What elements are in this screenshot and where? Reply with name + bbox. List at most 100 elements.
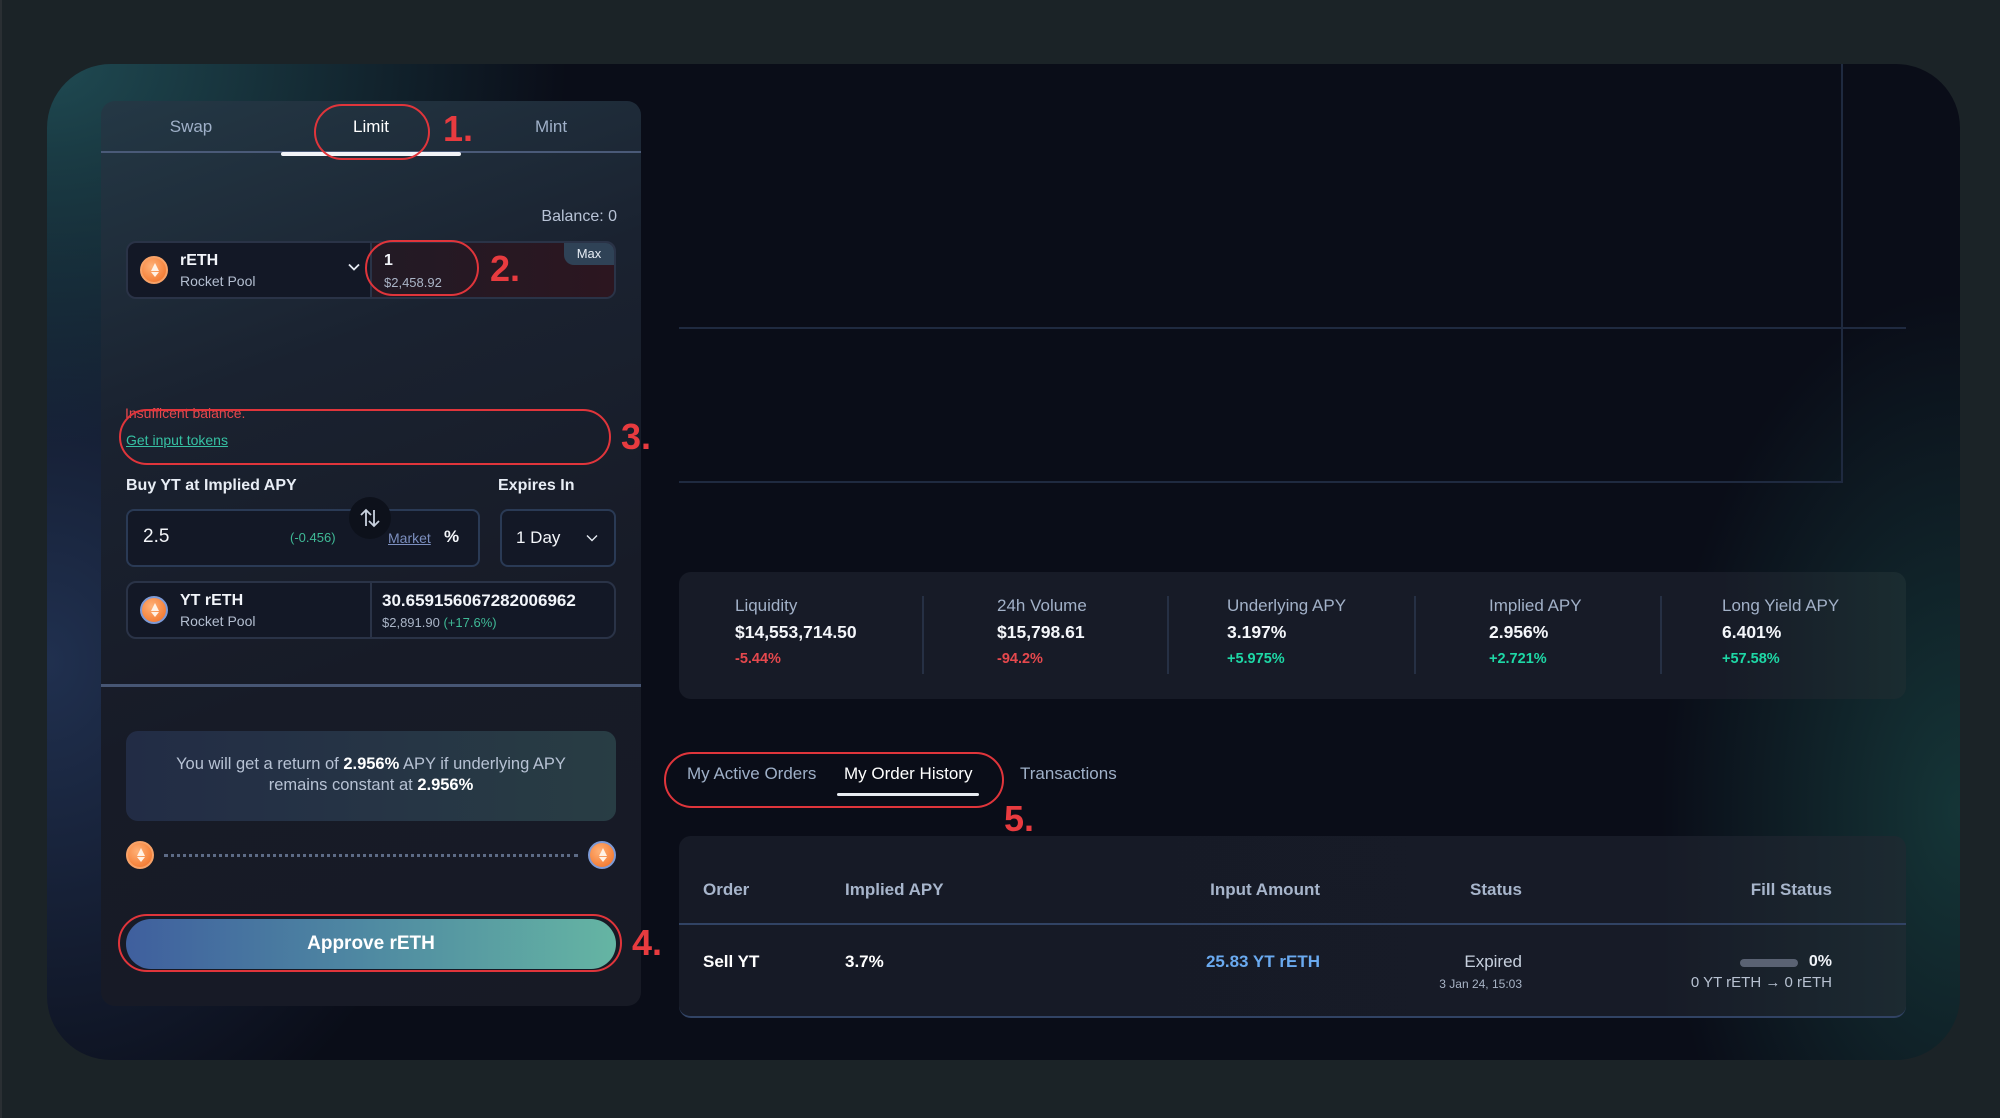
max-button[interactable]: Max: [564, 243, 614, 265]
price-chart-area: [679, 64, 1906, 484]
tab-swap[interactable]: Swap: [101, 101, 281, 153]
annotation-5: 5.: [1004, 798, 1035, 839]
column-header-fill-status: Fill Status: [1750, 880, 1832, 899]
page-edge: [0, 0, 2, 1118]
output-token-box: YT rETH Rocket Pool 30.65915606728200696…: [126, 581, 616, 639]
expiry-value: 1 Day: [516, 528, 561, 547]
trade-panel: Swap Limit Mint Balance: 0 rETH Rocket P…: [101, 101, 641, 1006]
market-stats-card: Liquidity $14,553,714.50 -5.44% 24h Volu…: [679, 572, 1906, 699]
order-type: Sell YT: [703, 952, 760, 971]
insufficient-balance-error: Insufficent balance.: [125, 405, 246, 421]
approve-reth-button[interactable]: Approve rETH: [126, 919, 616, 969]
output-token-info: YT rETH Rocket Pool: [128, 583, 370, 637]
stat-change: +2.721%: [1489, 651, 1547, 667]
stat-separator: [1414, 596, 1416, 674]
tab-transactions[interactable]: Transactions: [1020, 764, 1117, 784]
stat-implied-apy: Implied APY 2.956% +2.721%: [1489, 596, 1582, 667]
fill-progress-bar: [1740, 959, 1798, 967]
stat-value: 6.401%: [1722, 622, 1782, 642]
stat-value: 3.197%: [1227, 622, 1287, 642]
yt-reth-coin-icon: [140, 596, 168, 624]
route-dotted-line: [164, 854, 578, 857]
order-implied-apy: 3.7%: [845, 952, 884, 971]
stat-label: Long Yield APY: [1722, 596, 1840, 615]
table-header: Order Implied APY Input Amount Status Fi…: [679, 836, 1906, 925]
stat-change: -94.2%: [997, 651, 1043, 667]
return-text-prefix: You will get a return of: [176, 755, 339, 773]
annotation-4: 4.: [632, 922, 663, 963]
route-end-coin-icon: [588, 841, 616, 869]
output-token-protocol: Rocket Pool: [180, 613, 256, 629]
annotation-3: 3.: [621, 416, 652, 457]
return-constant-apy: 2.956%: [417, 776, 474, 794]
stat-label: 24h Volume: [997, 596, 1087, 615]
trade-tabs: Swap Limit Mint: [101, 101, 641, 156]
tab-my-order-history[interactable]: My Order History: [836, 764, 980, 796]
stat-value: $15,798.61: [997, 622, 1085, 642]
annotation-2: 2.: [490, 248, 521, 289]
stat-liquidity: Liquidity $14,553,714.50 -5.44%: [735, 596, 857, 667]
annotation-1: 1.: [443, 108, 474, 149]
stat-change: +5.975%: [1227, 651, 1285, 667]
percent-unit: %: [444, 527, 460, 546]
expires-label: Expires In: [498, 477, 575, 494]
chart-y-axis-line: [1841, 64, 1843, 483]
tab-my-active-orders[interactable]: My Active Orders: [687, 764, 816, 784]
swap-direction-button[interactable]: [349, 497, 391, 539]
stat-change: -5.44%: [735, 651, 781, 667]
route-start-coin-icon: [126, 841, 154, 869]
stat-label: Liquidity: [735, 596, 798, 615]
stat-value: $14,553,714.50: [735, 622, 857, 642]
implied-apy-input[interactable]: 2.5 (-0.456) Market %: [126, 509, 480, 567]
stat-label: Implied APY: [1489, 596, 1582, 615]
tab-limit[interactable]: Limit: [281, 101, 461, 156]
stat-change: +57.58%: [1722, 651, 1780, 667]
stat-24h-volume: 24h Volume $15,798.61 -94.2%: [997, 596, 1087, 667]
chevron-down-icon: [348, 263, 360, 271]
return-text-middle: APY if underlying APY: [402, 755, 566, 773]
return-text-line2: remains constant at: [268, 776, 413, 794]
input-token-symbol: rETH: [180, 252, 219, 269]
input-amount-value[interactable]: 1: [384, 252, 393, 270]
route-visual: [126, 841, 616, 869]
stat-label: Underlying APY: [1227, 596, 1347, 615]
chart-x-axis-line: [679, 481, 1842, 483]
balance-label: Balance: 0: [541, 208, 617, 225]
order-history-table: Order Implied APY Input Amount Status Fi…: [679, 836, 1906, 1018]
fill-detail: 0 YT rETH → 0 rETH: [1690, 974, 1832, 991]
return-apy: 2.956%: [343, 755, 400, 773]
order-status-time: 3 Jan 24, 15:03: [1439, 977, 1522, 991]
market-apy-link[interactable]: Market: [388, 530, 431, 546]
fill-percent: 0%: [1808, 953, 1832, 970]
apy-label: Buy YT at Implied APY: [126, 477, 297, 494]
return-info-box: You will get a return of 2.956% APY if u…: [126, 731, 616, 821]
expiry-select[interactable]: 1 Day: [500, 509, 616, 567]
chart-gridline: [679, 327, 1906, 329]
output-token-symbol: YT rETH: [180, 592, 244, 609]
column-header-implied-apy: Implied APY: [845, 880, 944, 899]
output-amount-usd-row: $2,891.90 (+17.6%): [382, 615, 497, 630]
output-amount-field: 30.659156067282006962 $2,891.90 (+17.6%): [370, 583, 614, 637]
implied-apy-delta: (-0.456): [290, 530, 336, 545]
column-header-order: Order: [703, 880, 750, 899]
get-input-tokens-link[interactable]: Get input tokens: [126, 432, 228, 448]
stat-separator: [1660, 596, 1662, 674]
implied-apy-value[interactable]: 2.5: [143, 526, 169, 548]
order-status: Expired: [1464, 952, 1522, 971]
panel-divider: [101, 684, 641, 687]
reth-coin-icon: [140, 256, 168, 284]
column-header-input-amount: Input Amount: [1210, 880, 1320, 899]
input-token-selector[interactable]: rETH Rocket Pool: [128, 243, 370, 297]
output-amount-change: (+17.6%): [443, 615, 497, 630]
stat-underlying-apy: Underlying APY 3.197% +5.975%: [1227, 596, 1346, 667]
output-amount-usd: $2,891.90: [382, 615, 440, 630]
chevron-down-icon: [586, 535, 598, 542]
input-amount-usd: $2,458.92: [384, 275, 442, 290]
input-token-protocol: Rocket Pool: [180, 273, 256, 289]
column-header-status: Status: [1470, 880, 1522, 899]
output-amount-value: 30.659156067282006962: [382, 591, 576, 610]
stat-value: 2.956%: [1489, 622, 1549, 642]
order-input-amount[interactable]: 25.83 YT rETH: [1206, 952, 1320, 972]
tab-mint[interactable]: Mint: [461, 101, 641, 153]
stat-separator: [922, 596, 924, 674]
